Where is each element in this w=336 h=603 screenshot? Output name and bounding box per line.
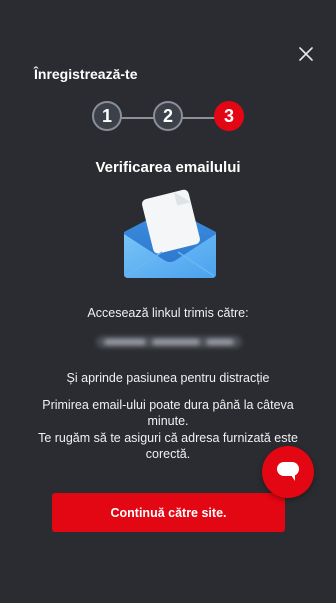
stepper-connector [120,117,156,119]
step-2: 2 [153,101,183,131]
masked-email-address [96,336,242,348]
tagline: Și aprinde pasiunea pentru distracție [66,371,270,385]
chat-button[interactable] [262,446,314,498]
sent-to-label: Accesează linkul trimis către: [87,306,249,320]
step-1: 1 [92,101,122,131]
check-address-line-1: Te rugăm să te asiguri că adresa furniza… [38,431,298,445]
close-icon [299,47,313,61]
stepper-connector [180,117,216,119]
email-verification-heading: Verificarea emailului [95,159,241,176]
delay-note-line-1: Primirea email-ului poate dura până la c… [42,398,294,412]
delay-note-line-2: minute. [147,414,189,428]
registration-stepper: 1 2 3 [92,101,246,135]
open-envelope-icon [118,188,222,284]
close-button[interactable] [296,44,316,64]
step-3: 3 [214,101,244,131]
chat-bubble-icon [277,462,299,481]
page-title: Înregistrează-te [34,66,138,82]
continue-to-site-button[interactable]: Continuă către site. [52,493,285,532]
